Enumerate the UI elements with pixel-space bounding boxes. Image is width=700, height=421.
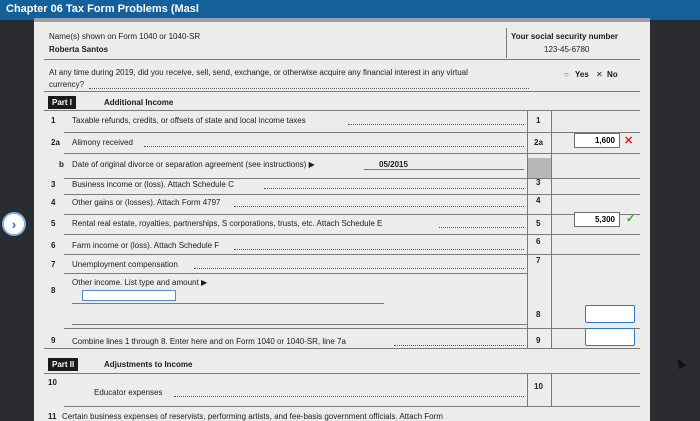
check-mark-icon: ✓ <box>626 213 636 225</box>
row-line <box>64 194 640 195</box>
box-number: 7 <box>536 256 541 265</box>
yes-label: Yes <box>575 70 589 79</box>
box-number: 8 <box>536 310 541 319</box>
line-text: Taxable refunds, credits, or offsets of … <box>72 116 306 125</box>
box-number: 4 <box>536 196 541 205</box>
box-number: 2a <box>534 138 543 147</box>
taxpayer-name: Roberta Santos <box>49 45 109 54</box>
box-number: 1 <box>536 116 541 125</box>
leader-dots <box>394 345 524 346</box>
tax-form-page: Name(s) shown on Form 1040 or 1040-SR Ro… <box>34 18 650 421</box>
line-text: Business income or (loss). Attach Schedu… <box>72 180 234 189</box>
other-income-underline <box>72 303 384 304</box>
line-text: Certain business expenses of reservists,… <box>62 412 443 421</box>
name-label: Name(s) shown on Form 1040 or 1040-SR <box>49 32 201 41</box>
part2-title: Adjustments to Income <box>104 360 193 369</box>
leader-dots <box>144 146 524 147</box>
alimony-input[interactable]: 1,600 <box>574 133 620 148</box>
line-num: 6 <box>51 241 56 250</box>
box-number: 6 <box>536 237 541 246</box>
line-text: Other gains or (losses). Attach Form 479… <box>72 198 221 207</box>
row-line <box>64 254 640 255</box>
part1-tag: Part I <box>48 96 77 109</box>
leader-dots <box>234 249 524 250</box>
leader-dots <box>264 188 524 189</box>
line-text: Other income. List type and amount ▶ <box>72 278 208 287</box>
no-radio[interactable]: ✕ <box>596 70 603 79</box>
line-num: 11 <box>48 412 57 421</box>
box-column-right <box>551 373 552 407</box>
line-num: 5 <box>51 219 56 228</box>
box-column-left <box>527 373 528 407</box>
shaded-cell <box>528 158 551 178</box>
line-text: Date of original divorce or separation a… <box>72 160 315 169</box>
row-line <box>64 153 640 154</box>
row-line <box>64 273 527 274</box>
top-divider <box>34 18 650 22</box>
leader-dots <box>439 227 524 228</box>
mouse-cursor <box>674 356 686 370</box>
row-line <box>72 324 527 325</box>
leader-dots <box>89 88 529 89</box>
rental-income-input[interactable]: 5,300 <box>574 212 620 227</box>
divorce-date: 05/2015 <box>379 160 408 169</box>
line-text: Combine lines 1 through 8. Enter here an… <box>72 337 346 346</box>
leader-dots <box>348 124 524 125</box>
box-number: 9 <box>536 336 541 345</box>
part2-tag: Part II <box>48 358 79 371</box>
leader-dots <box>234 206 524 207</box>
box-column-right <box>551 110 552 348</box>
line-num: b <box>59 160 64 169</box>
line-num: 4 <box>51 198 56 207</box>
row-line <box>64 406 640 407</box>
part1-bottom-line <box>44 348 640 349</box>
part1-title: Additional Income <box>104 98 174 107</box>
line-num: 7 <box>51 260 56 269</box>
line-num: 1 <box>51 116 56 125</box>
total-income-input[interactable] <box>585 328 635 346</box>
no-label: No <box>607 70 618 79</box>
chevron-glyph: › <box>11 216 17 232</box>
leader-dots <box>174 396 524 397</box>
line-num: 10 <box>48 378 57 387</box>
virtual-currency-question-2: currency? <box>49 80 85 89</box>
box-number: 10 <box>534 382 543 391</box>
row-line <box>64 132 640 133</box>
other-income-type-select[interactable] <box>82 290 176 301</box>
header-divider <box>506 28 507 58</box>
window-titlebar: Chapter 06 Tax Form Problems (Masl <box>0 0 700 20</box>
line-text: Unemployment compensation <box>72 260 178 269</box>
line-num: 3 <box>51 180 56 189</box>
x-mark-icon: ✕ <box>624 135 634 147</box>
box-number: 5 <box>536 219 541 228</box>
window-title: Chapter 06 Tax Form Problems (Masl <box>6 3 199 15</box>
line-text: Alimony received <box>72 138 133 147</box>
ssn-value: 123-45-6780 <box>544 45 590 54</box>
chevron-right-icon[interactable]: › <box>2 212 26 236</box>
question-bottom-line <box>44 91 640 92</box>
box-column-left <box>527 110 528 348</box>
line-text: Farm income or (loss). Attach Schedule F <box>72 241 220 250</box>
row-line <box>64 214 640 215</box>
line-num: 8 <box>51 286 56 295</box>
virtual-currency-question: At any time during 2019, did you receive… <box>49 68 468 77</box>
ssn-label: Your social security number <box>511 32 618 41</box>
row-line <box>64 328 640 329</box>
line-text: Rental real estate, royalties, partnersh… <box>72 219 383 228</box>
box-number: 3 <box>536 178 541 187</box>
date-underline <box>364 169 524 170</box>
line-num: 2a <box>51 138 60 147</box>
row-line <box>64 178 640 179</box>
row-line <box>64 234 640 235</box>
yes-radio[interactable]: ○ <box>564 70 569 79</box>
leader-dots <box>194 268 524 269</box>
line-num: 9 <box>51 336 56 345</box>
header-bottom-line <box>44 59 640 60</box>
line-text: Educator expenses <box>94 388 163 397</box>
other-income-amount-input[interactable] <box>585 305 635 323</box>
